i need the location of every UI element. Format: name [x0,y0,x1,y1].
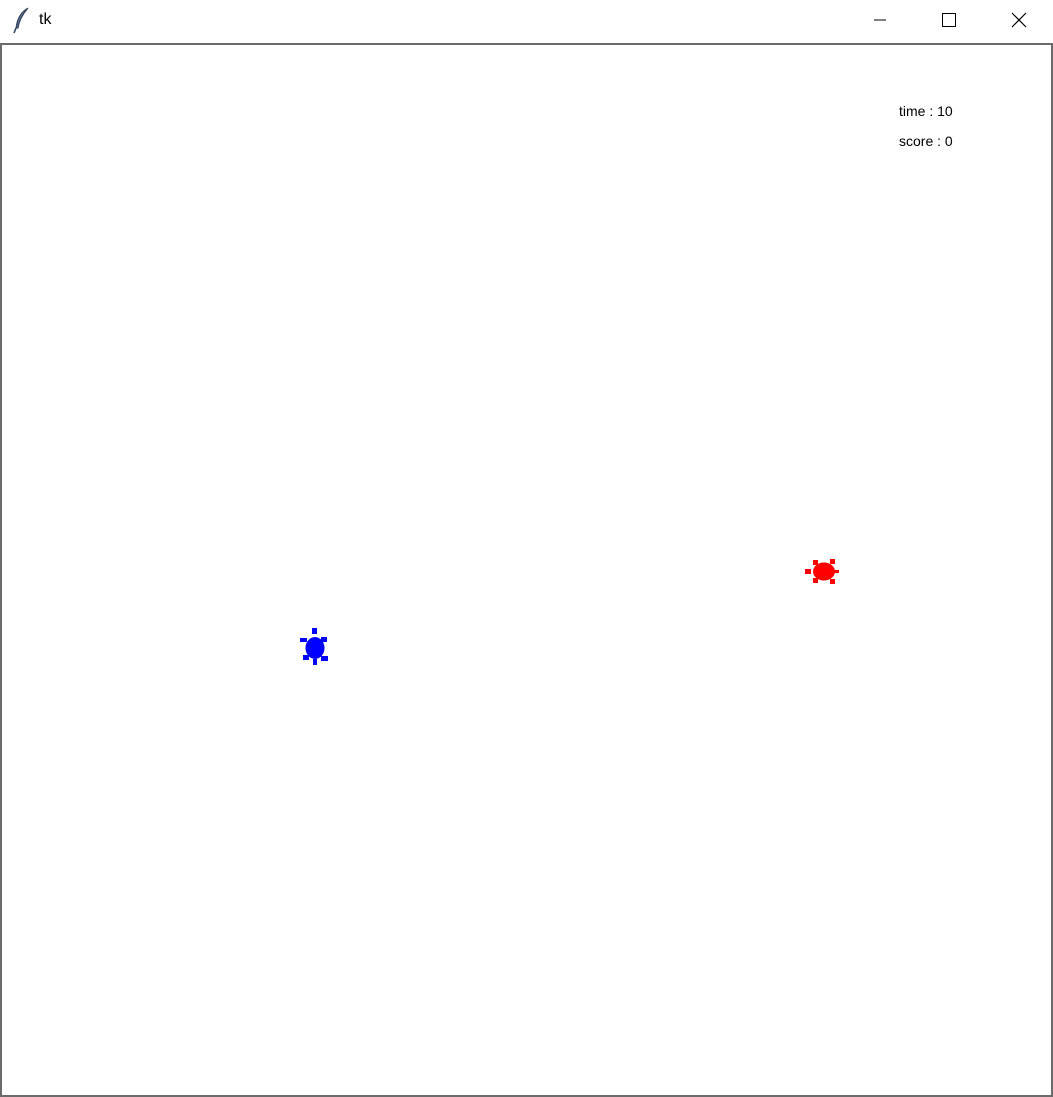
maximize-icon [941,12,957,28]
feather-icon [12,6,32,34]
time-display: time : 10 [899,103,953,119]
maximize-button[interactable] [926,0,972,40]
blue-turtle-sprite [300,628,328,665]
red-turtle-sprite [805,559,839,584]
title-bar[interactable]: tk [0,0,1053,42]
close-icon [1011,12,1027,28]
tk-window: tk time : 10 score : 0 [0,0,1053,1097]
minimize-icon [872,12,888,28]
score-display: score : 0 [899,133,953,149]
close-button[interactable] [996,0,1042,40]
game-canvas[interactable]: time : 10 score : 0 [0,43,1053,1097]
minimize-button[interactable] [857,0,903,40]
window-title: tk [39,11,52,28]
